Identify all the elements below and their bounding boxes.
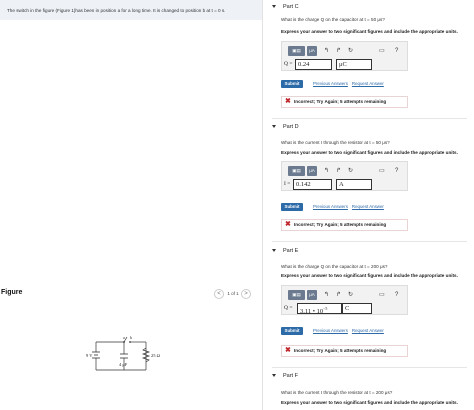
part-separator — [272, 367, 467, 368]
part-f-title: Part F — [283, 373, 298, 379]
problem-panel: The switch in the figure (Figure 1)has b… — [0, 0, 262, 410]
part-f: Part F What is the current I through the… — [263, 373, 474, 410]
answer-links: Previous Answers Request Answer — [313, 204, 388, 209]
previous-answers-link[interactable]: Previous Answers — [313, 204, 348, 209]
capacitor-symbol — [120, 353, 128, 359]
redo-icon[interactable]: ↱ — [336, 166, 341, 176]
help-icon[interactable]: ? — [395, 166, 398, 176]
figure-pager: < 1 of 1 > — [214, 289, 251, 299]
undo-icon[interactable]: ↰ — [324, 166, 329, 176]
part-e-answer-box: ▣▤ μA ↰ ↱ ↻ ▭ ? Q = 3.11 • 10−5 C — [281, 285, 408, 315]
resistor-label: 25 Ω — [151, 353, 161, 358]
part-c-unit-input[interactable]: μC — [336, 59, 372, 70]
help-icon[interactable]: ? — [395, 290, 398, 300]
incorrect-x-icon: ✖ — [285, 221, 291, 228]
circuit-diagram: 9 V a b 4 μF 25 Ω — [86, 335, 161, 371]
answer-label: I = — [284, 181, 291, 187]
answer-links: Previous Answers Request Answer — [313, 81, 388, 86]
part-d-unit-input[interactable]: A — [336, 179, 372, 190]
greek-symbols-icon[interactable]: μA — [307, 290, 317, 300]
request-answer-link[interactable]: Request Answer — [352, 81, 384, 86]
capacitor-label: 4 μF — [119, 362, 128, 367]
part-c: Part C What is the charge Q on the capac… — [263, 4, 474, 124]
part-d-question: What is the current I through the resist… — [281, 140, 390, 145]
part-separator — [272, 241, 467, 242]
part-e-unit-input[interactable]: C — [342, 303, 372, 314]
part-c-answer-box: ▣▤ μA ↰ ↱ ↻ ▭ ? Q = 0.24 μC — [281, 41, 408, 71]
collapse-triangle-icon — [272, 5, 276, 9]
prev-figure-button[interactable]: < — [214, 289, 224, 299]
part-d-title: Part D — [283, 124, 299, 130]
feedback-text: Incorrect; Try Again; 5 attempts remaini… — [294, 222, 387, 227]
greek-symbols-icon[interactable]: μA — [307, 166, 317, 176]
parts-panel: Part C What is the charge Q on the capac… — [263, 0, 474, 410]
part-e-header[interactable]: Part E — [272, 248, 298, 254]
part-f-instruction: Express your answer to two significant f… — [281, 400, 458, 405]
collapse-triangle-icon — [272, 125, 276, 129]
incorrect-x-icon: ✖ — [285, 347, 291, 354]
previous-answers-link[interactable]: Previous Answers — [313, 328, 348, 333]
undo-icon[interactable]: ↰ — [324, 46, 329, 56]
request-answer-link[interactable]: Request Answer — [352, 204, 384, 209]
part-e-value-exponent: −5 — [323, 306, 328, 311]
part-separator — [272, 118, 467, 119]
part-c-header[interactable]: Part C — [272, 4, 299, 10]
reset-icon[interactable]: ↻ — [348, 46, 353, 56]
battery-label: 9 V — [86, 353, 93, 358]
previous-answers-link[interactable]: Previous Answers — [313, 81, 348, 86]
keyboard-icon[interactable]: ▭ — [379, 290, 385, 300]
battery-symbol — [92, 351, 100, 359]
part-f-header[interactable]: Part F — [272, 373, 298, 379]
keyboard-icon[interactable]: ▭ — [379, 46, 385, 56]
feedback-message: ✖ Incorrect; Try Again; 5 attempts remain… — [281, 96, 408, 108]
collapse-triangle-icon — [272, 249, 276, 253]
keyboard-icon[interactable]: ▭ — [379, 166, 385, 176]
part-c-title: Part C — [283, 4, 299, 10]
part-e-title: Part E — [283, 248, 299, 254]
next-figure-button[interactable]: > — [241, 289, 251, 299]
feedback-message: ✖ Incorrect; Try Again; 5 attempts remain… — [281, 219, 408, 231]
figure-heading: Figure — [1, 289, 23, 296]
part-e-value-mantissa: 3.11 • 10 — [300, 308, 324, 316]
feedback-message: ✖ Incorrect; Try Again; 5 attempts remain… — [281, 345, 408, 357]
help-icon[interactable]: ? — [395, 46, 398, 56]
answer-links: Previous Answers Request Answer — [313, 328, 388, 333]
request-answer-link[interactable]: Request Answer — [352, 328, 384, 333]
part-d-instruction: Express your answer to two significant f… — [281, 150, 458, 155]
part-e: Part E What is the charge Q on the capac… — [263, 248, 474, 368]
feedback-text: Incorrect; Try Again; 5 attempts remaini… — [294, 348, 387, 353]
undo-icon[interactable]: ↰ — [324, 290, 329, 300]
templates-icon[interactable]: ▣▤ — [288, 166, 305, 176]
greek-symbols-icon[interactable]: μA — [307, 46, 317, 56]
figure-page-indicator: 1 of 1 — [227, 291, 239, 296]
answer-label: Q = — [284, 61, 293, 67]
feedback-text: Incorrect; Try Again; 5 attempts remaini… — [294, 99, 387, 104]
switch-b-label: b — [130, 335, 132, 340]
part-f-question: What is the current I through the resist… — [281, 390, 393, 395]
part-c-value-input[interactable]: 0.24 — [295, 59, 332, 70]
answer-label: Q = — [284, 305, 293, 311]
switch-a-label: a — [123, 335, 125, 340]
redo-icon[interactable]: ↱ — [336, 46, 341, 56]
templates-icon[interactable]: ▣▤ — [288, 46, 305, 56]
collapse-triangle-icon — [272, 374, 276, 378]
part-d-value-input[interactable]: 0.142 — [293, 179, 332, 190]
part-c-instruction: Express your answer to two significant f… — [281, 29, 458, 34]
part-d: Part D What is the current I through the… — [263, 124, 474, 244]
submit-button[interactable]: Submit — [281, 203, 303, 211]
part-e-question: What is the charge Q on the capacitor at… — [281, 264, 388, 269]
part-e-value-input[interactable]: 3.11 • 10−5 — [297, 303, 342, 316]
incorrect-x-icon: ✖ — [285, 98, 291, 105]
reset-icon[interactable]: ↻ — [348, 290, 353, 300]
submit-button[interactable]: Submit — [281, 327, 303, 335]
submit-button[interactable]: Submit — [281, 80, 303, 88]
reset-icon[interactable]: ↻ — [348, 166, 353, 176]
templates-icon[interactable]: ▣▤ — [288, 290, 305, 300]
part-e-instruction: Express your answer to two significant f… — [281, 273, 458, 278]
problem-statement: The switch in the figure (Figure 1)has b… — [0, 0, 262, 20]
part-d-header[interactable]: Part D — [272, 124, 299, 130]
part-d-answer-box: ▣▤ μA ↰ ↱ ↻ ▭ ? I = 0.142 A — [281, 161, 408, 191]
part-c-question: What is the charge Q on the capacitor at… — [281, 17, 385, 22]
redo-icon[interactable]: ↱ — [336, 290, 341, 300]
